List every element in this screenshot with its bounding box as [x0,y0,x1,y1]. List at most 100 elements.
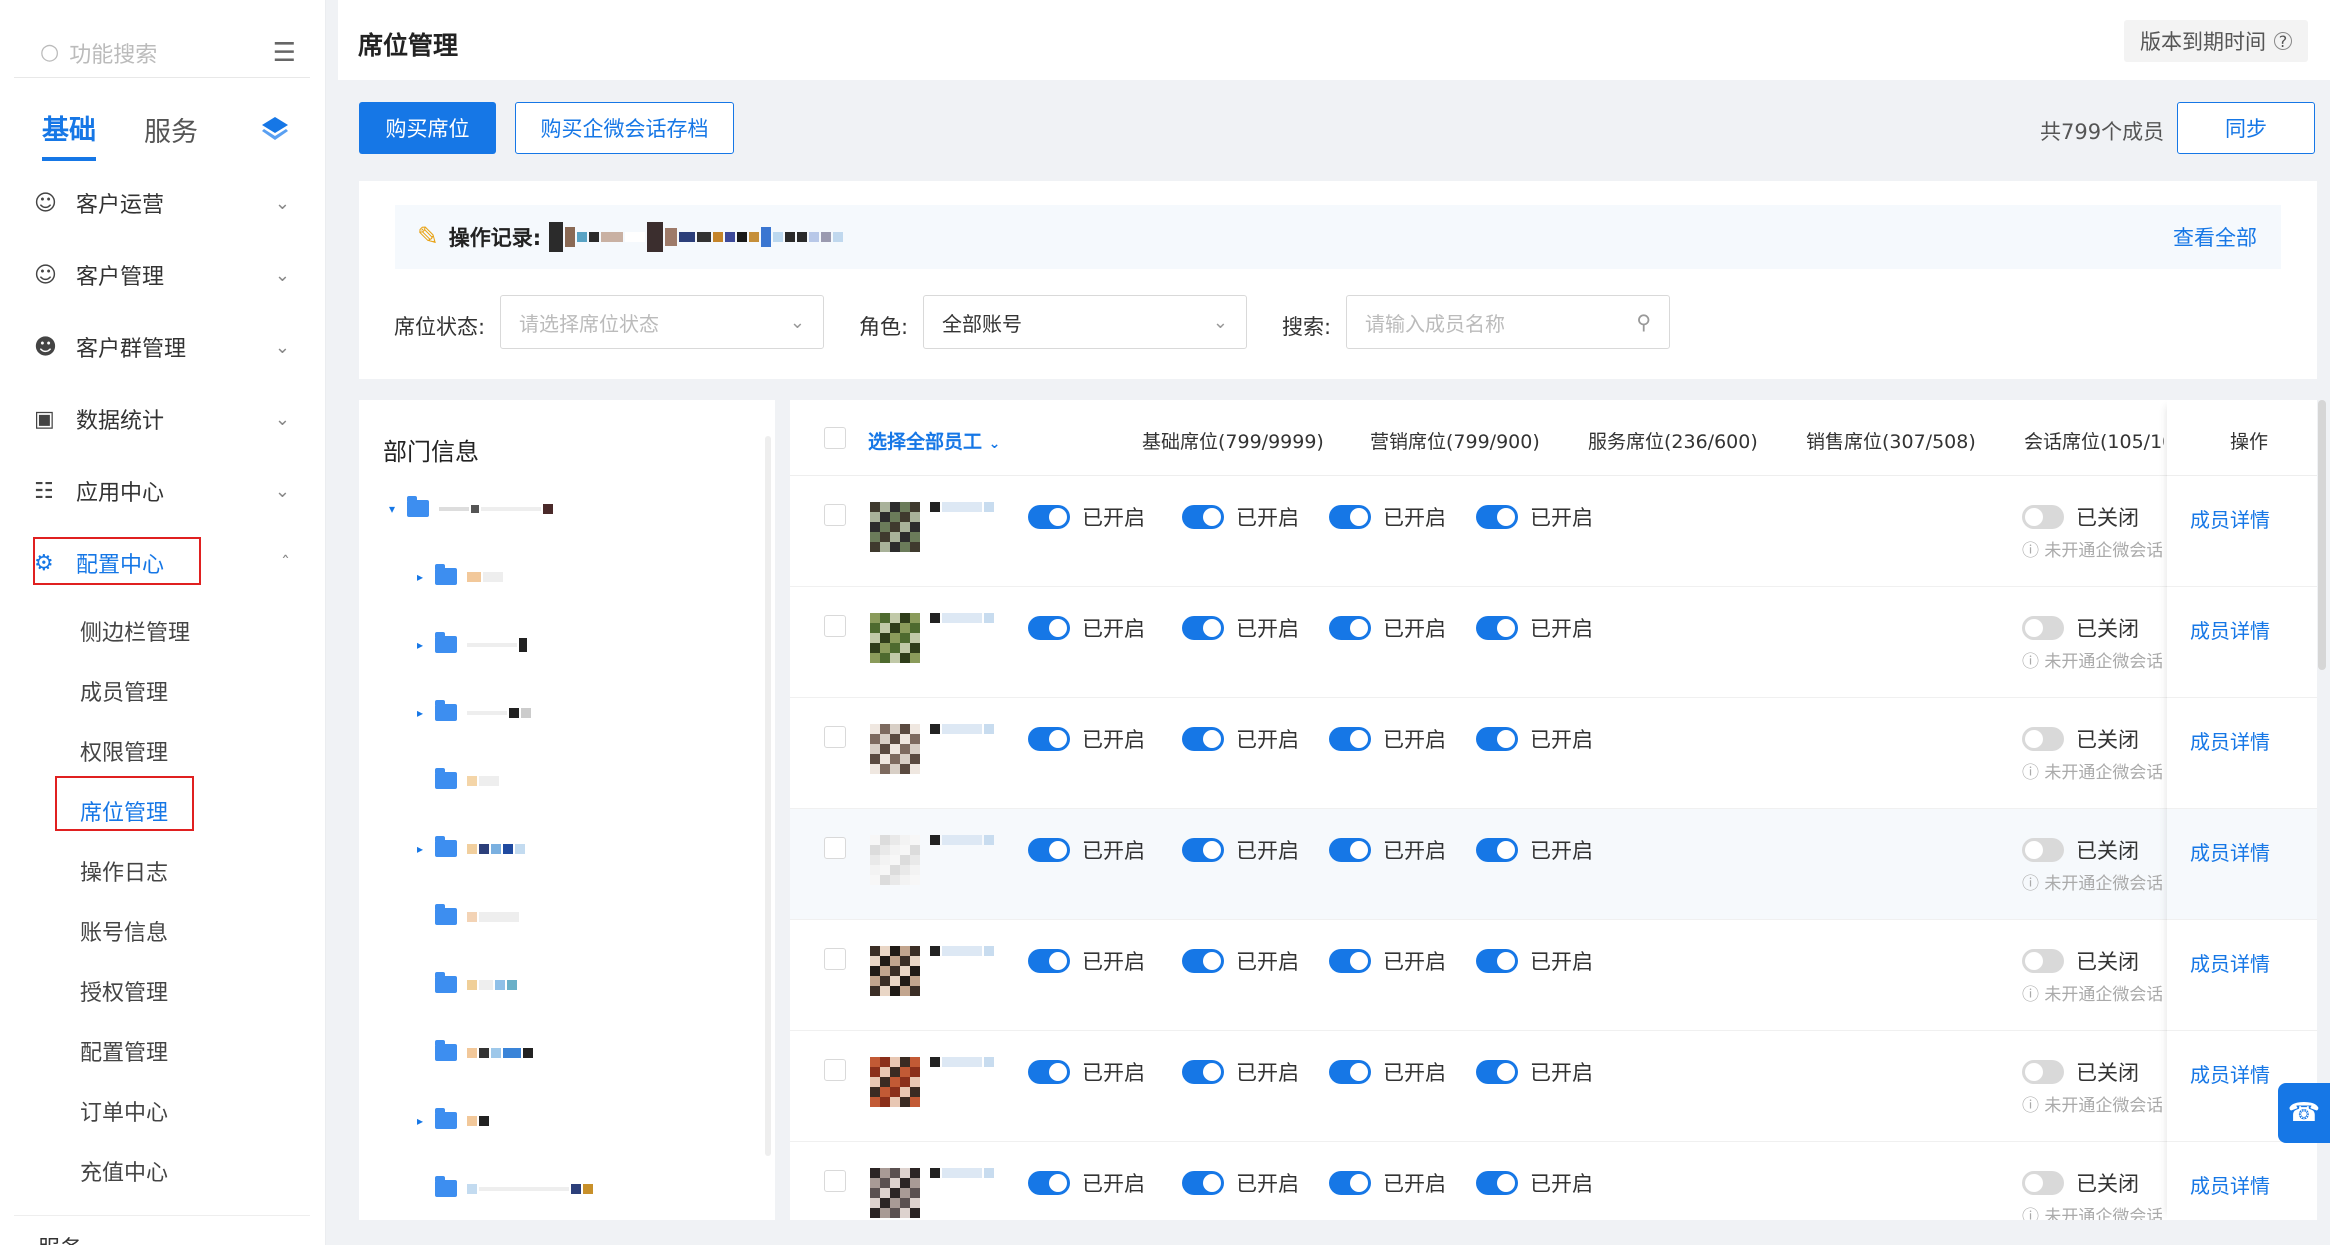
view-all-link[interactable]: 查看全部 [2173,222,2257,252]
seat-toggle-switch[interactable] [1028,727,1070,751]
nav-customer-manage[interactable]: ☺ 客户管理 ⌄ [34,250,292,300]
member-search-input[interactable]: 请输入成员名称 ⚲ [1346,295,1670,349]
seat-toggle-switch[interactable] [1329,505,1371,529]
nav-customer-ops[interactable]: ☺ 客户运营 ⌄ [34,178,292,228]
seat-status-text: 已开启 [1082,1061,1145,1085]
customer-service-float-button[interactable]: ☎ [2278,1083,2330,1143]
session-toggle-switch[interactable] [2022,1171,2064,1195]
apps-icon: ☷ [34,478,54,504]
sidebar-service-section[interactable]: 服务 [14,1215,310,1245]
tree-node[interactable]: ▸ [417,700,533,721]
seat-toggle-switch[interactable] [1476,838,1518,862]
seat-toggle-switch[interactable] [1028,949,1070,973]
session-toggle-switch[interactable] [2022,838,2064,862]
tab-basic[interactable]: 基础 [42,108,96,161]
buy-seat-button[interactable]: 购买席位 [359,102,496,154]
seat-toggle-switch[interactable] [1329,1060,1371,1084]
seat-toggle-switch[interactable] [1476,616,1518,640]
nav-app-center[interactable]: ☷ 应用中心 ⌄ [34,466,292,516]
row-checkbox[interactable] [824,1170,846,1192]
sub-operation-log[interactable]: 操作日志 [80,855,168,887]
seat-toggle-switch[interactable] [1182,949,1224,973]
role-select[interactable]: 全部账号 ⌄ [923,295,1247,349]
seat-status-select[interactable]: 请选择席位状态 ⌄ [500,295,824,349]
select-all-employees-dropdown[interactable]: 选择全部员工 ⌄ [868,427,1000,454]
blurred-dept-name [467,707,533,718]
seat-toggle-switch[interactable] [1329,838,1371,862]
seat-toggle-switch[interactable] [1028,1060,1070,1084]
row-checkbox[interactable] [824,837,846,859]
tree-node[interactable]: ▸ [417,632,529,653]
seat-toggle-switch[interactable] [1476,1171,1518,1195]
seat-toggle-switch[interactable] [1476,949,1518,973]
tree-node[interactable] [417,972,519,993]
seat-toggle-switch[interactable] [1329,727,1371,751]
nav-data-stats[interactable]: ▣ 数据统计 ⌄ [34,394,292,444]
seat-toggle-switch[interactable] [1476,1060,1518,1084]
seat-toggle-switch[interactable] [1028,616,1070,640]
sub-account-info[interactable]: 账号信息 [80,915,168,947]
tree-node[interactable] [417,904,521,925]
caret-right-icon[interactable]: ▸ [417,1114,431,1128]
row-checkbox[interactable] [824,726,846,748]
tree-node[interactable] [417,1040,535,1061]
tree-node[interactable]: ▸ [417,836,527,857]
seat-toggle-switch[interactable] [1028,1171,1070,1195]
seat-status-text: 已开启 [1082,950,1145,974]
seat-toggle-switch[interactable] [1329,1171,1371,1195]
tab-service[interactable]: 服务 [144,110,198,159]
caret-right-icon[interactable]: ▸ [417,706,431,720]
seat-toggle-switch[interactable] [1182,505,1224,529]
nav-group-manage[interactable]: ☻ 客户群管理 ⌄ [34,322,292,372]
row-checkbox[interactable] [824,948,846,970]
seat-toggle-switch[interactable] [1329,616,1371,640]
seat-toggle-switch[interactable] [1182,1171,1224,1195]
seat-toggle-switch[interactable] [1476,727,1518,751]
session-toggle-switch[interactable] [2022,727,2064,751]
seat-toggle-switch[interactable] [1182,727,1224,751]
row-checkbox[interactable] [824,504,846,526]
function-search[interactable]: ○ 功能搜索 ☰ [14,28,310,78]
sub-auth-manage[interactable]: 授权管理 [80,975,168,1007]
caret-right-icon[interactable]: ▸ [417,842,431,856]
seat-status-text: 已开启 [1236,950,1299,974]
tree-node[interactable]: ▸ [417,1108,491,1129]
select-all-checkbox[interactable] [824,427,846,449]
row-checkbox[interactable] [824,615,846,637]
caret-right-icon[interactable]: ▸ [417,638,431,652]
collapse-menu-icon[interactable]: ☰ [273,38,296,68]
session-toggle-switch[interactable] [2022,505,2064,529]
session-toggle-switch[interactable] [2022,616,2064,640]
seat-toggle-group: 已开启 [1028,946,1145,976]
seat-toggle-switch[interactable] [1028,838,1070,862]
seat-toggle-switch[interactable] [1476,505,1518,529]
version-expiry-button[interactable]: 版本到期时间 ? [2124,20,2308,62]
filter-card: ✎ 操作记录: 查看全部 席位状态: 请选择席位状态 ⌄ 角色: 全部账号 ⌄ … [359,181,2317,379]
table-scrollbar[interactable] [2318,400,2326,670]
sub-member-manage[interactable]: 成员管理 [80,675,168,707]
layers-icon[interactable] [260,114,290,144]
sub-config-manage[interactable]: 配置管理 [80,1035,168,1067]
row-checkbox[interactable] [824,1059,846,1081]
sub-order-center[interactable]: 订单中心 [80,1095,168,1127]
session-toggle-switch[interactable] [2022,1060,2064,1084]
seat-toggle-switch[interactable] [1182,838,1224,862]
seat-toggle-switch[interactable] [1028,505,1070,529]
seat-toggle-switch[interactable] [1182,616,1224,640]
caret-down-icon[interactable]: ▾ [389,502,403,516]
tree-node[interactable] [417,768,501,789]
seat-toggle-switch[interactable] [1329,949,1371,973]
sub-sidebar-manage[interactable]: 侧边栏管理 [80,615,190,647]
sub-permission-manage[interactable]: 权限管理 [80,735,168,767]
seat-toggle-switch[interactable] [1182,1060,1224,1084]
tree-node[interactable] [417,1176,595,1197]
sync-button[interactable]: 同步 [2177,102,2315,154]
search-icon[interactable]: ⚲ [1636,310,1651,334]
buy-archive-button[interactable]: 购买企微会话存档 [515,102,734,154]
department-scrollbar[interactable] [765,436,771,1156]
session-toggle-switch[interactable] [2022,949,2064,973]
tree-node-root[interactable]: ▾ [389,496,555,517]
tree-node[interactable]: ▸ [417,564,505,585]
caret-right-icon[interactable]: ▸ [417,570,431,584]
sub-recharge-center[interactable]: 充值中心 [80,1155,168,1187]
